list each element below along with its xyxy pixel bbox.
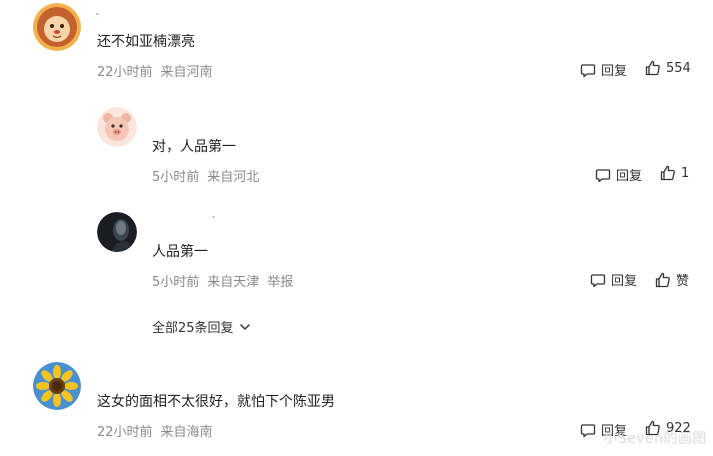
like-label: 赞 — [676, 274, 690, 289]
like-button[interactable]: 赞 — [655, 270, 689, 289]
thumbs-up-icon — [655, 272, 670, 287]
like-button[interactable]: 1 — [660, 165, 689, 181]
comment-meta: 22小时前 来自河南 — [97, 61, 221, 80]
comment-text: 还不如亚楠漂亮 — [97, 34, 195, 50]
comment-meta: 5小时前 来自河北 — [152, 166, 267, 185]
comment-location: 来自河南 — [160, 65, 213, 80]
comment-meta: 22小时前 来自海南 — [97, 421, 221, 440]
comment-text: 人品第一 — [152, 244, 208, 260]
lion-avatar-icon — [33, 3, 81, 51]
watermark: 小Seven的画图 — [603, 431, 707, 447]
expand-replies-label: 全部25条回复 — [152, 321, 234, 336]
comment-time: 22小时前 — [97, 65, 153, 80]
thumbs-up-icon — [660, 165, 675, 181]
reply-icon — [580, 63, 596, 77]
chevron-down-icon — [239, 323, 250, 330]
comment-meta: 5小时前 来自天津 举报 — [152, 271, 301, 290]
comment-location: 来自天津 — [207, 275, 260, 290]
avatar[interactable] — [97, 212, 137, 252]
like-button[interactable]: 554 — [645, 60, 691, 76]
avatar[interactable] — [33, 3, 81, 51]
comment-location: 来自海南 — [160, 425, 213, 440]
comment-text: 对，人品第一 — [152, 139, 236, 155]
like-count: 554 — [666, 60, 691, 76]
avatar-dot — [96, 13, 99, 15]
reply-label: 回复 — [611, 274, 638, 289]
reply-icon — [580, 423, 596, 437]
reply-icon — [590, 273, 606, 287]
expand-replies-button[interactable]: 全部25条回复 — [152, 317, 251, 336]
comment-time: 22小时前 — [97, 425, 153, 440]
like-count: 1 — [681, 165, 690, 181]
sunflower-avatar-icon — [33, 362, 81, 410]
reply-button[interactable]: 回复 — [595, 165, 642, 184]
reply-icon — [595, 168, 611, 182]
comment-time: 5小时前 — [152, 170, 200, 185]
reply-button[interactable]: 回复 — [590, 270, 637, 289]
comment-time: 5小时前 — [152, 275, 200, 290]
dark-figure-avatar-icon — [97, 212, 137, 252]
reply-label: 回复 — [616, 169, 643, 184]
report-link[interactable]: 举报 — [267, 275, 293, 290]
cartoon-pig-avatar-icon — [97, 107, 137, 147]
thumbs-up-icon — [645, 60, 660, 76]
comment-location: 来自河北 — [207, 170, 260, 185]
avatar-dot — [212, 216, 215, 218]
reply-button[interactable]: 回复 — [580, 60, 627, 79]
reply-label: 回复 — [601, 64, 628, 79]
avatar[interactable] — [33, 362, 81, 410]
avatar[interactable] — [97, 107, 137, 147]
comment-text: 这女的面相不太很好，就怕下个陈亚男 — [97, 394, 335, 410]
